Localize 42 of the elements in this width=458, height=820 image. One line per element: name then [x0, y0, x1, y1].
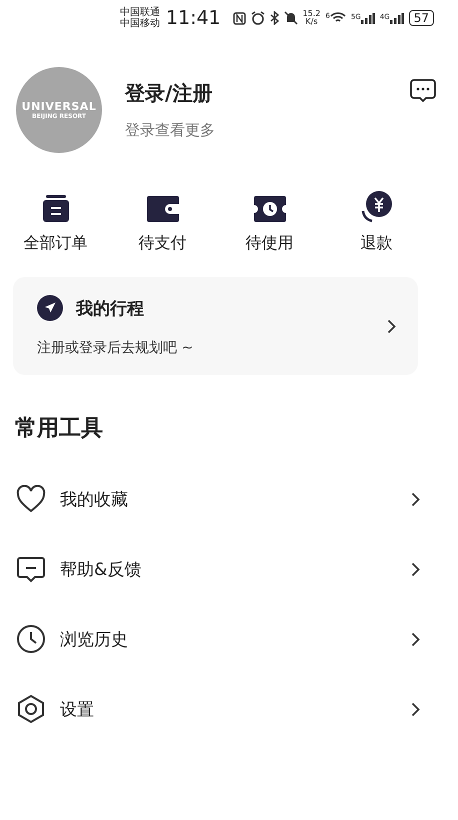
- chevron-right-icon: [411, 492, 420, 506]
- bluetooth-icon: [270, 11, 279, 25]
- speed-unit: K/s: [306, 18, 318, 26]
- settings-icon: [16, 694, 46, 724]
- order-shortcut[interactable]: 待使用: [216, 191, 323, 254]
- menu-item[interactable]: 帮助&反馈: [0, 534, 458, 604]
- message-icon[interactable]: [410, 79, 436, 104]
- yuan-coin-icon: [360, 191, 394, 223]
- menu-item[interactable]: 浏览历史: [0, 604, 458, 674]
- clock-time: 11:41: [166, 7, 221, 29]
- ticket-clock-icon: [252, 195, 286, 223]
- chevron-right-icon: [411, 562, 420, 576]
- carrier-name: 中国移动: [120, 18, 160, 29]
- menu-item[interactable]: 我的收藏: [0, 464, 458, 534]
- chevron-right-icon: [411, 632, 420, 646]
- order-list-icon: [42, 195, 70, 223]
- message-icon: [16, 555, 46, 583]
- login-register-link[interactable]: 登录/注册: [125, 80, 410, 107]
- battery-level: 57: [408, 10, 434, 26]
- section-title: 常用工具: [14, 415, 104, 443]
- login-hint: 登录查看更多: [125, 121, 216, 140]
- carrier-name: 中国联通: [120, 7, 160, 18]
- order-shortcut[interactable]: 全部订单: [2, 191, 109, 254]
- heart-icon: [16, 485, 46, 513]
- trip-title: 我的行程: [76, 298, 144, 320]
- speed-value: 15.2: [302, 10, 320, 18]
- avatar-logo-text: UNIVERSAL: [22, 100, 96, 113]
- clock-icon: [16, 624, 46, 654]
- signal-icon: [360, 12, 375, 24]
- trip-hint: 注册或登录后去规划吧 ~: [37, 339, 194, 357]
- chevron-right-icon: [411, 702, 420, 716]
- alarm-icon: [250, 11, 265, 25]
- wallet-icon: [146, 195, 180, 223]
- wifi-icon: [330, 12, 346, 24]
- nfc-icon: [232, 12, 246, 24]
- chevron-right-icon: [387, 318, 396, 334]
- menu-item[interactable]: 设置: [0, 674, 458, 744]
- trip-card[interactable]: 我的行程 注册或登录后去规划吧 ~: [13, 277, 418, 375]
- order-shortcut[interactable]: 退款: [323, 191, 430, 254]
- signal-icon: [390, 12, 404, 24]
- order-shortcut[interactable]: 待支付: [109, 191, 216, 254]
- mute-bell-icon: [284, 11, 298, 25]
